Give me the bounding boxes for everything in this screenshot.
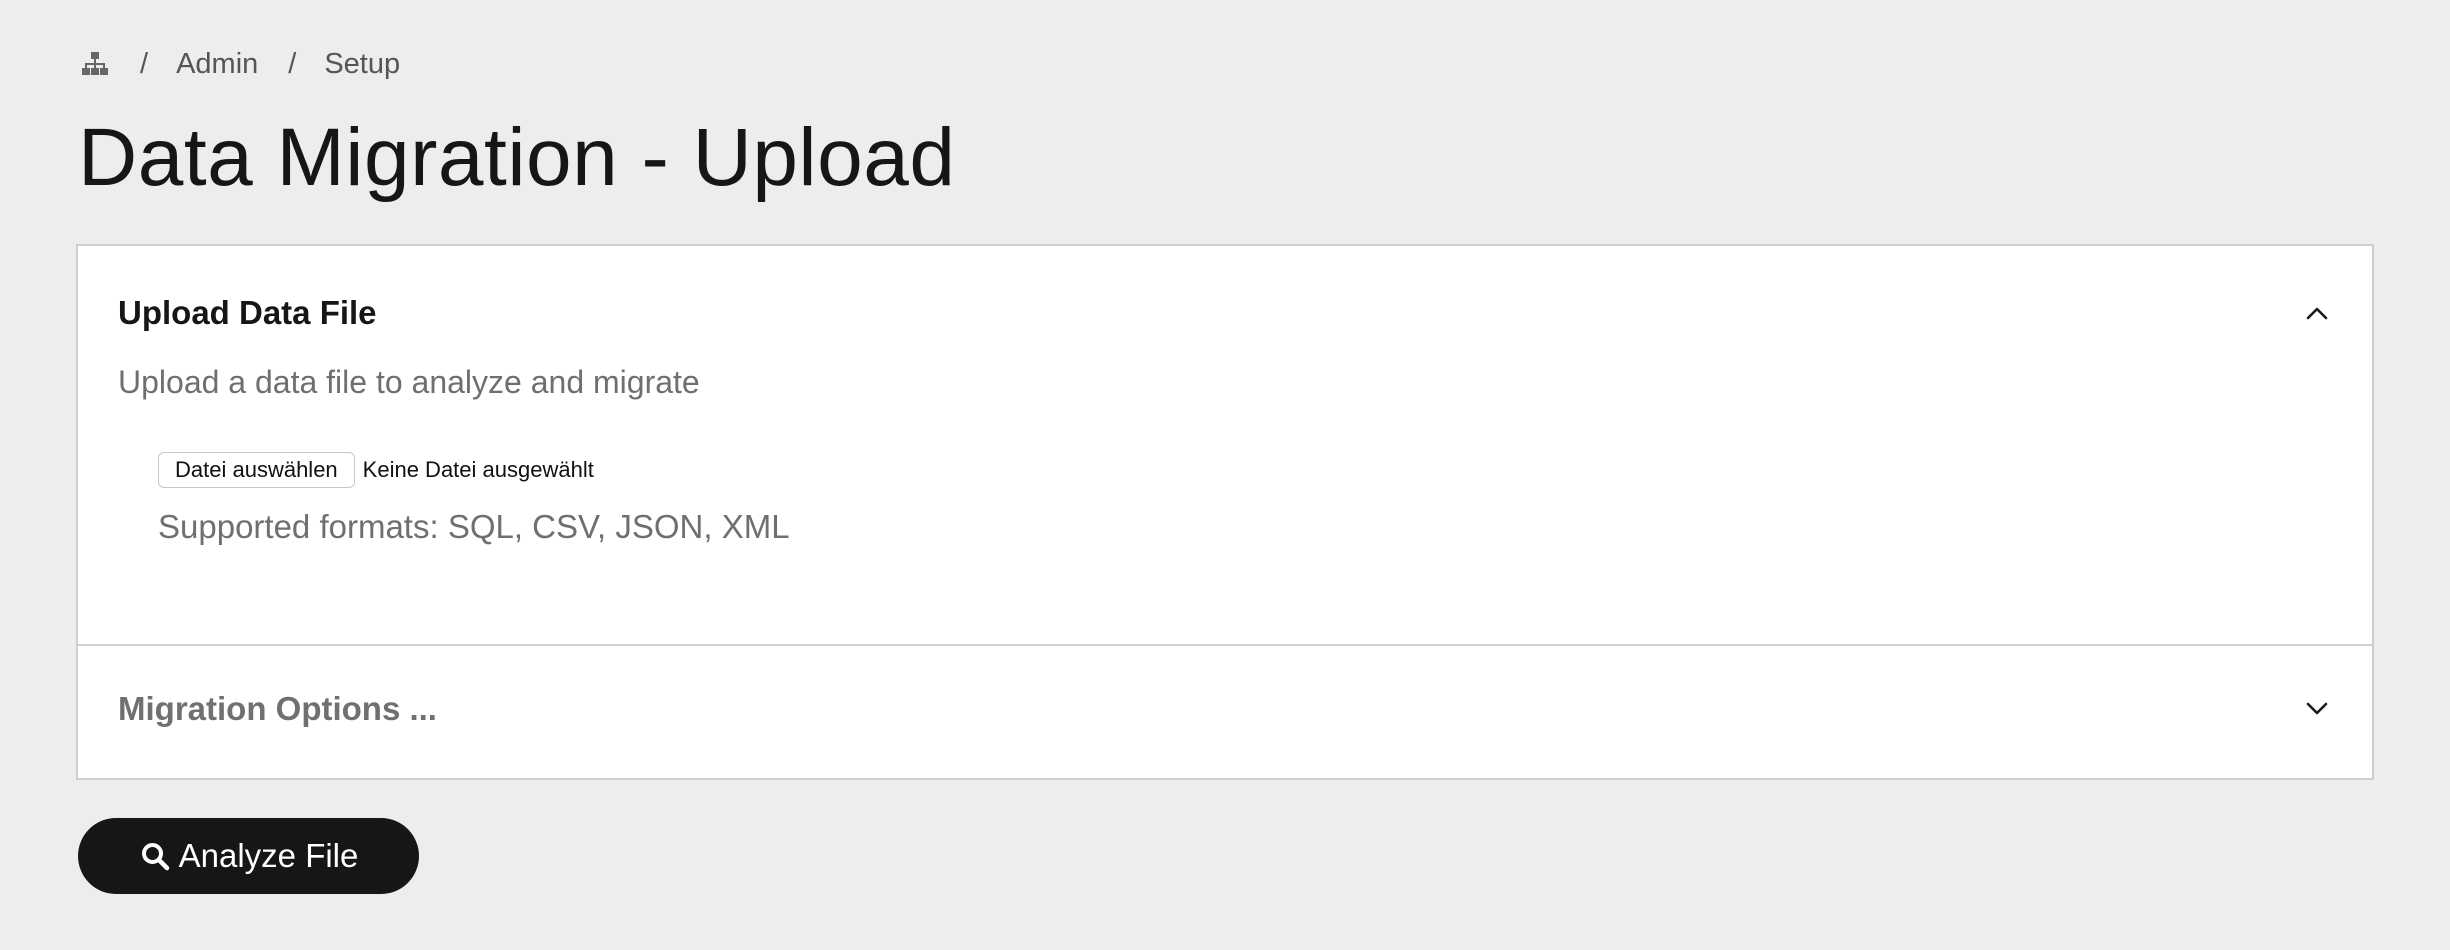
migration-options-section[interactable]: Migration Options ... — [78, 646, 2372, 778]
analyze-file-label: Analyze File — [178, 837, 359, 874]
accordion-panel: Upload Data File Upload a data file to a… — [76, 244, 2374, 780]
upload-section-title[interactable]: Upload Data File — [118, 294, 377, 332]
upload-section: Upload Data File Upload a data file to a… — [78, 246, 2372, 646]
page-title: Data Migration - Upload — [78, 112, 956, 203]
file-input: Datei auswählen Keine Datei ausgewählt — [158, 452, 594, 488]
supported-formats-text: Supported formats: SQL, CSV, JSON, XML — [158, 508, 790, 545]
breadcrumb-item-admin[interactable]: Admin — [176, 48, 258, 81]
search-icon — [139, 840, 171, 872]
upload-section-description: Upload a data file to analyze and migrat… — [118, 364, 700, 400]
breadcrumb-item-setup[interactable]: Setup — [324, 48, 400, 81]
file-status-text: Keine Datei ausgewählt — [362, 457, 594, 482]
sitemap-icon[interactable] — [80, 49, 110, 79]
breadcrumb-separator: / — [288, 47, 297, 80]
choose-file-button[interactable]: Datei auswählen — [158, 452, 355, 488]
page: / Admin / Setup Data Migration - Upload … — [0, 0, 2450, 950]
breadcrumb: / Admin / Setup — [80, 44, 400, 84]
breadcrumb-separator: / — [140, 47, 149, 80]
chevron-down-icon[interactable] — [2302, 694, 2332, 724]
analyze-file-button[interactable]: Analyze File — [78, 818, 419, 894]
chevron-up-icon[interactable] — [2302, 298, 2332, 328]
migration-options-title[interactable]: Migration Options ... — [118, 690, 437, 728]
